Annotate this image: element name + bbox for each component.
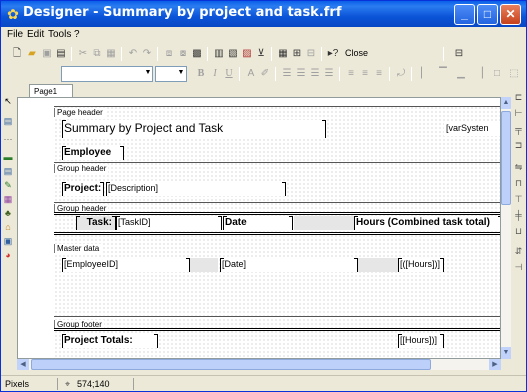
description-field[interactable]: [Description] — [106, 182, 286, 196]
menu-edit[interactable]: Edit — [27, 29, 44, 40]
barcode-icon[interactable]: ⌂ — [2, 221, 14, 233]
date-field[interactable]: [Date] — [220, 258, 358, 272]
taskid-field[interactable]: [TaskID] — [116, 216, 222, 230]
align-h-center-icon[interactable]: ⊢ — [512, 107, 525, 119]
open-icon[interactable]: ▰ — [24, 46, 40, 62]
hours-label[interactable]: Hours (Combined task total) — [354, 216, 500, 230]
underline-icon[interactable]: U — [221, 66, 237, 82]
fit-icon[interactable]: ⊟ — [303, 46, 319, 62]
main-toolbar: 🗋 ▰ ▣ ▤ ✂ ⧉ ▦ ↶ ↷ ⧈ ⧇ ▩ ▥ ▧ ▨ ⊻ ▦ ⊞ ⊟ ▸?… — [3, 44, 524, 64]
frame-none-icon[interactable]: ⬚ — [506, 66, 522, 82]
scroll-up-icon[interactable]: ▲ — [501, 97, 511, 109]
project-label[interactable]: Project: — [62, 182, 104, 196]
horizontal-scrollbar[interactable]: ◀ ▶ — [17, 359, 501, 370]
align-left-edges-icon[interactable]: ⊏ — [512, 91, 525, 103]
frame-top-icon[interactable]: ▔ — [435, 66, 451, 82]
report-design-area[interactable]: Page header Summary by Project and Task … — [17, 97, 501, 359]
shape-icon[interactable]: ♣ — [2, 207, 14, 219]
page-setup-icon[interactable]: ⊟ — [451, 46, 467, 62]
status-units: Pixels — [5, 379, 30, 389]
band-page-header-label: Page header — [54, 108, 105, 117]
new-icon[interactable]: 🗋 — [9, 46, 25, 62]
align-right-edges-icon[interactable]: ⊐ — [512, 139, 525, 151]
menu-file[interactable]: File — [7, 29, 23, 40]
center-vert-icon[interactable]: ╪ — [512, 209, 525, 221]
line-icon[interactable]: ✎ — [2, 179, 14, 191]
scroll-right-icon[interactable]: ▶ — [489, 359, 501, 370]
close-window-button[interactable]: ✕ — [500, 4, 521, 25]
band-group-header-1-label: Group header — [54, 164, 109, 173]
app-icon: ✿ — [7, 6, 19, 22]
redo-icon[interactable]: ↷ — [139, 46, 155, 62]
rotate-icon[interactable]: ⤾ — [393, 66, 409, 82]
vertical-scroll-thumb[interactable] — [501, 111, 511, 205]
paste-icon[interactable]: ▦ — [103, 46, 119, 62]
center-horiz-icon[interactable]: ╤ — [512, 123, 525, 135]
scroll-down-icon[interactable]: ▼ — [501, 347, 511, 359]
report-title-field[interactable]: Summary by Project and Task — [62, 120, 326, 138]
format-toolbar: ▼ ▼ B I U A ✐ ☰ ☰ ☰ ☰ ≡ ≡ ≡ ⤾ ▏ ▔ ▁ ▕ □ … — [3, 64, 524, 84]
select-all-icon[interactable]: ⊻ — [253, 46, 269, 62]
justify-icon[interactable]: ☰ — [321, 66, 337, 82]
tab-page1[interactable]: Page1 — [29, 84, 73, 98]
maximize-button[interactable]: □ — [477, 4, 498, 25]
same-width-icon[interactable]: ⊣ — [512, 261, 525, 273]
help-icon[interactable]: ▸? — [325, 46, 341, 62]
alignment-toolbar: ⊏ ⊢ ╤ ⊐ ⇋ ⊓ ⊤ ╪ ⊔ ⇵ ⊣ — [511, 85, 526, 365]
valign-bottom-icon[interactable]: ≡ — [371, 66, 387, 82]
project-totals-label[interactable]: Project Totals: — [62, 334, 158, 348]
align-bottom-edges-icon[interactable]: ⊔ — [512, 225, 525, 237]
frame-left-icon[interactable]: ▏ — [417, 66, 433, 82]
vertical-scrollbar[interactable]: ▲ ▼ — [501, 97, 511, 359]
memo-icon[interactable]: ▬ — [2, 151, 14, 163]
subreport-icon[interactable]: ▤ — [2, 165, 14, 177]
size-dropdown-arrow-icon[interactable]: ▼ — [176, 66, 186, 80]
richtext-icon[interactable]: ▣ — [2, 235, 14, 247]
minimize-button[interactable]: _ — [454, 4, 475, 25]
align-v-center-icon[interactable]: ⊤ — [512, 193, 525, 205]
preview-icon[interactable]: ▤ — [53, 46, 69, 62]
window-title: Designer - Summary by project and task.f… — [23, 5, 342, 20]
align-top-edges-icon[interactable]: ⊓ — [512, 177, 525, 189]
pointer-icon[interactable]: ↖ — [2, 95, 14, 107]
close-button[interactable]: Close — [345, 48, 368, 58]
status-position: 574;140 — [77, 379, 110, 389]
date-label[interactable]: Date — [223, 216, 293, 230]
band-icon[interactable]: ▤ — [2, 115, 14, 127]
employee-field[interactable]: Employee — [62, 146, 124, 160]
hours-field[interactable]: [([Hours])] — [398, 258, 444, 272]
menu-help[interactable]: ? — [74, 29, 80, 40]
menu-tools[interactable]: Tools — [48, 29, 71, 40]
object-toolbar: ↖ ▤ ⋯ ▬ ▤ ✎ ▦ ♣ ⌂ ▣ ◕ — [1, 85, 15, 365]
menu-bar: File Edit Tools ? — [1, 27, 526, 43]
font-dropdown[interactable] — [61, 66, 153, 82]
frame-all-icon[interactable]: □ — [489, 66, 505, 82]
band-master-data-label: Master data — [54, 244, 102, 253]
employeeid-field[interactable]: [EmployeeID] — [62, 258, 190, 272]
space-horiz-icon[interactable]: ⇋ — [512, 161, 525, 173]
frame-right-icon[interactable]: ▕ — [471, 66, 487, 82]
space-vert-icon[interactable]: ⇵ — [512, 245, 525, 257]
font-dropdown-arrow-icon[interactable]: ▼ — [143, 66, 153, 80]
rectangle-icon[interactable]: ⋯ — [2, 133, 14, 145]
frame-bottom-icon[interactable]: ▁ — [453, 66, 469, 82]
task-label[interactable]: Task: — [76, 216, 116, 230]
highlight-icon[interactable]: ✐ — [257, 66, 273, 82]
horizontal-scroll-thumb[interactable] — [31, 359, 431, 370]
status-bar: Pixels ⌖ 574;140 — [1, 375, 526, 391]
crosshair-icon: ⌖ — [65, 379, 71, 389]
picture-icon[interactable]: ▦ — [2, 193, 14, 205]
scroll-left-icon[interactable]: ◀ — [17, 359, 29, 370]
varsystem-field[interactable]: [varSysten — [444, 122, 500, 136]
designer-window: ✿ Designer - Summary by project and task… — [0, 0, 527, 392]
title-bar[interactable]: ✿ Designer - Summary by project and task… — [1, 1, 526, 27]
align-icon[interactable]: ▩ — [189, 46, 205, 62]
chart-icon[interactable]: ◕ — [2, 249, 14, 261]
hours-sum-field[interactable]: [[Hours])] — [398, 334, 444, 348]
